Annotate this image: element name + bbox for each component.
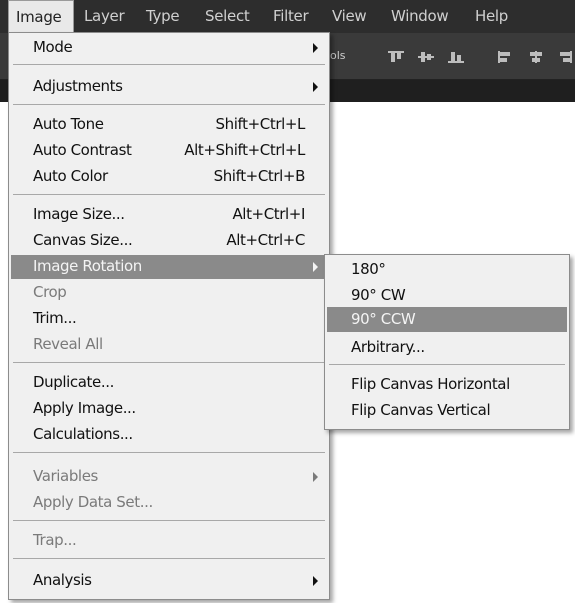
menu-item-image-size[interactable]: Image Size... Alt+Ctrl+I [11,203,327,227]
submenu-arrow-icon [313,576,318,586]
menu-separator [13,64,325,65]
menu-item-trim[interactable]: Trim... [11,307,327,331]
align-left-edges-icon[interactable] [498,51,514,63]
menu-item-crop[interactable]: Crop [11,281,327,305]
menu-item-adjustments[interactable]: Adjustments [11,75,327,99]
menu-item-auto-tone[interactable]: Auto Tone Shift+Ctrl+L [11,113,327,137]
menu-item-rotate-180[interactable]: 180° [327,258,567,282]
image-rotation-submenu: 180° 90° CW 90° CCW Arbitrary... Flip Ca… [324,254,570,430]
menu-item-apply-image[interactable]: Apply Image... [11,397,327,421]
menu-item-rotate-90-cw[interactable]: 90° CW [327,284,567,308]
menu-item-duplicate[interactable]: Duplicate... [11,371,327,395]
menu-item-rotate-arbitrary[interactable]: Arbitrary... [327,336,567,360]
menu-item-auto-contrast[interactable]: Auto Contrast Alt+Shift+Ctrl+L [11,139,327,163]
menu-separator [329,364,565,365]
menu-separator [13,452,325,453]
align-bottom-edges-icon[interactable] [448,51,464,63]
submenu-arrow-icon [313,472,318,482]
menu-view[interactable]: View [325,0,373,33]
menu-bar: Image Layer Type Select Filter View Wind… [0,0,575,33]
menu-item-flip-canvas-vertical[interactable]: Flip Canvas Vertical [327,399,567,423]
submenu-arrow-icon [313,82,318,92]
menu-item-analysis[interactable]: Analysis [11,569,327,593]
shortcut-label: Alt+Shift+Ctrl+L [184,141,305,159]
menu-item-flip-canvas-horizontal[interactable]: Flip Canvas Horizontal [327,373,567,397]
menu-item-reveal-all[interactable]: Reveal All [11,333,327,357]
menu-item-apply-data-set[interactable]: Apply Data Set... [11,491,327,515]
menu-layer[interactable]: Layer [77,0,131,33]
menu-separator [13,104,325,105]
menu-item-calculations[interactable]: Calculations... [11,423,327,447]
menu-separator [13,520,325,521]
menu-image[interactable]: Image [8,0,74,33]
align-vertical-centers-icon[interactable] [418,51,434,63]
menu-filter[interactable]: Filter [266,0,315,33]
menu-separator [13,194,325,195]
menu-item-canvas-size[interactable]: Canvas Size... Alt+Ctrl+C [11,229,327,253]
submenu-arrow-icon [313,262,318,272]
menu-item-image-rotation[interactable]: Image Rotation [11,255,327,279]
align-right-edges-icon[interactable] [556,51,572,63]
menu-type[interactable]: Type [139,0,186,33]
menu-window[interactable]: Window [384,0,455,33]
menu-select[interactable]: Select [198,0,256,33]
shortcut-label: Shift+Ctrl+L [215,115,306,133]
align-top-edges-icon[interactable] [388,51,404,63]
submenu-arrow-icon [313,43,318,53]
options-bar-label: ols [330,49,346,62]
shortcut-label: Alt+Ctrl+C [226,231,305,249]
menu-item-variables[interactable]: Variables [11,465,327,489]
menu-separator [13,558,325,559]
menu-item-trap[interactable]: Trap... [11,529,327,553]
menu-item-rotate-90-ccw[interactable]: 90° CCW [327,307,567,332]
menu-item-auto-color[interactable]: Auto Color Shift+Ctrl+B [11,165,327,189]
shortcut-label: Shift+Ctrl+B [213,167,306,185]
image-menu-dropdown: Mode Adjustments Auto Tone Shift+Ctrl+L … [8,32,330,600]
align-horizontal-centers-icon[interactable] [528,51,544,63]
menu-help[interactable]: Help [468,0,515,33]
menu-separator [13,362,325,363]
shortcut-label: Alt+Ctrl+I [232,205,305,223]
menu-item-mode[interactable]: Mode [11,36,327,60]
